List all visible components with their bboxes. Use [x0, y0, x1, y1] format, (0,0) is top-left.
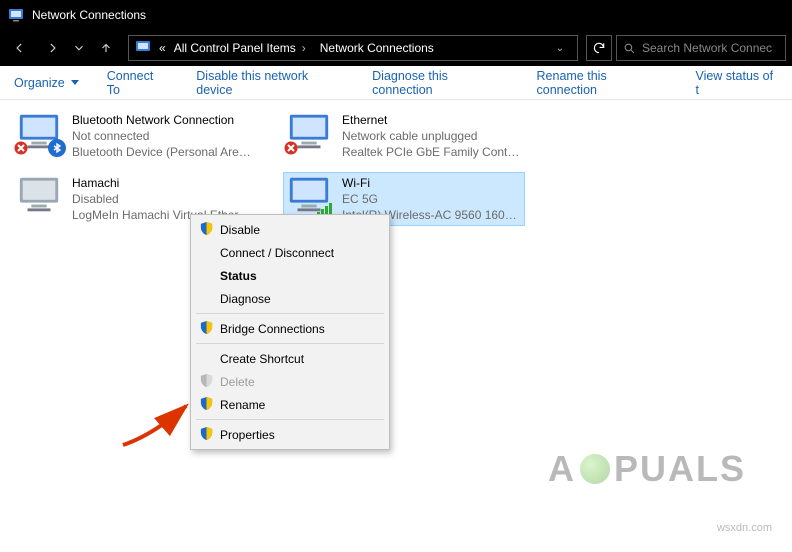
- forward-button[interactable]: [38, 34, 66, 62]
- back-button[interactable]: [6, 34, 34, 62]
- menu-create-shortcut[interactable]: Create Shortcut: [194, 347, 386, 370]
- diagnose-connection-button[interactable]: Diagnose this connection: [372, 69, 508, 97]
- shield-icon: [199, 320, 214, 338]
- adapter-device: Realtek PCIe GbE Family Controller: [342, 144, 522, 160]
- control-panel-icon: [135, 39, 151, 58]
- shield-icon: [199, 221, 214, 239]
- search-input[interactable]: Search Network Connec: [616, 35, 786, 61]
- breadcrumb-item[interactable]: Network Connections: [320, 41, 434, 55]
- menu-status[interactable]: Status: [194, 264, 386, 287]
- refresh-button[interactable]: [586, 35, 612, 61]
- breadcrumb-item[interactable]: All Control Panel Items: [174, 41, 312, 55]
- brand-ball-icon: [580, 454, 610, 484]
- menu-properties[interactable]: Properties: [194, 423, 386, 446]
- adapter-name: Bluetooth Network Connection: [72, 112, 252, 128]
- control-panel-icon: [8, 7, 24, 23]
- up-button[interactable]: [92, 34, 120, 62]
- adapter-status: Disabled: [72, 191, 252, 207]
- rename-connection-button[interactable]: Rename this connection: [537, 69, 668, 97]
- shield-icon: [199, 373, 214, 391]
- shield-icon: [199, 396, 214, 414]
- adapter-name: Ethernet: [342, 112, 522, 128]
- adapter-ethernet[interactable]: Ethernet Network cable unplugged Realtek…: [284, 110, 524, 163]
- address-bar[interactable]: « All Control Panel Items Network Connec…: [128, 35, 578, 61]
- menu-separator: [196, 419, 384, 420]
- window-title: Network Connections: [32, 8, 146, 22]
- command-bar: Organize Connect To Disable this network…: [0, 66, 792, 100]
- adapter-icon: [16, 175, 62, 219]
- disable-device-button[interactable]: Disable this network device: [196, 69, 344, 97]
- disconnected-overlay-icon: [284, 141, 298, 158]
- menu-disable[interactable]: Disable: [194, 218, 386, 241]
- adapter-status: Not connected: [72, 128, 252, 144]
- adapter-bluetooth[interactable]: Bluetooth Network Connection Not connect…: [14, 110, 254, 163]
- adapter-name: Wi-Fi: [342, 175, 522, 191]
- watermark-brand: A PUALS: [548, 448, 746, 490]
- adapter-icon: [286, 175, 332, 219]
- adapter-status: EC 5G: [342, 191, 522, 207]
- disconnected-overlay-icon: [14, 141, 28, 158]
- adapter-name: Hamachi: [72, 175, 252, 191]
- menu-bridge-connections[interactable]: Bridge Connections: [194, 317, 386, 340]
- view-status-button[interactable]: View status of t: [695, 69, 778, 97]
- adapter-device: Bluetooth Device (Personal Area ...: [72, 144, 252, 160]
- menu-delete: Delete: [194, 370, 386, 393]
- address-dropdown[interactable]: ⌄: [549, 43, 571, 54]
- adapter-icon: [286, 112, 332, 156]
- breadcrumb-prefix: «: [159, 41, 166, 55]
- connect-to-button[interactable]: Connect To: [107, 69, 169, 97]
- shield-icon: [199, 426, 214, 444]
- recent-locations-button[interactable]: [70, 34, 88, 62]
- menu-separator: [196, 343, 384, 344]
- organize-menu[interactable]: Organize: [14, 76, 79, 90]
- menu-rename[interactable]: Rename: [194, 393, 386, 416]
- bluetooth-icon: [48, 139, 66, 160]
- context-menu: Disable Connect / Disconnect Status Diag…: [190, 214, 390, 450]
- adapter-icon: [16, 112, 62, 156]
- adapter-status: Network cable unplugged: [342, 128, 522, 144]
- watermark-domain: wsxdn.com: [717, 522, 772, 534]
- nav-bar: « All Control Panel Items Network Connec…: [0, 30, 792, 66]
- menu-connect-disconnect[interactable]: Connect / Disconnect: [194, 241, 386, 264]
- menu-separator: [196, 313, 384, 314]
- search-placeholder: Search Network Connec: [642, 41, 772, 55]
- title-bar: Network Connections: [0, 0, 792, 30]
- menu-diagnose[interactable]: Diagnose: [194, 287, 386, 310]
